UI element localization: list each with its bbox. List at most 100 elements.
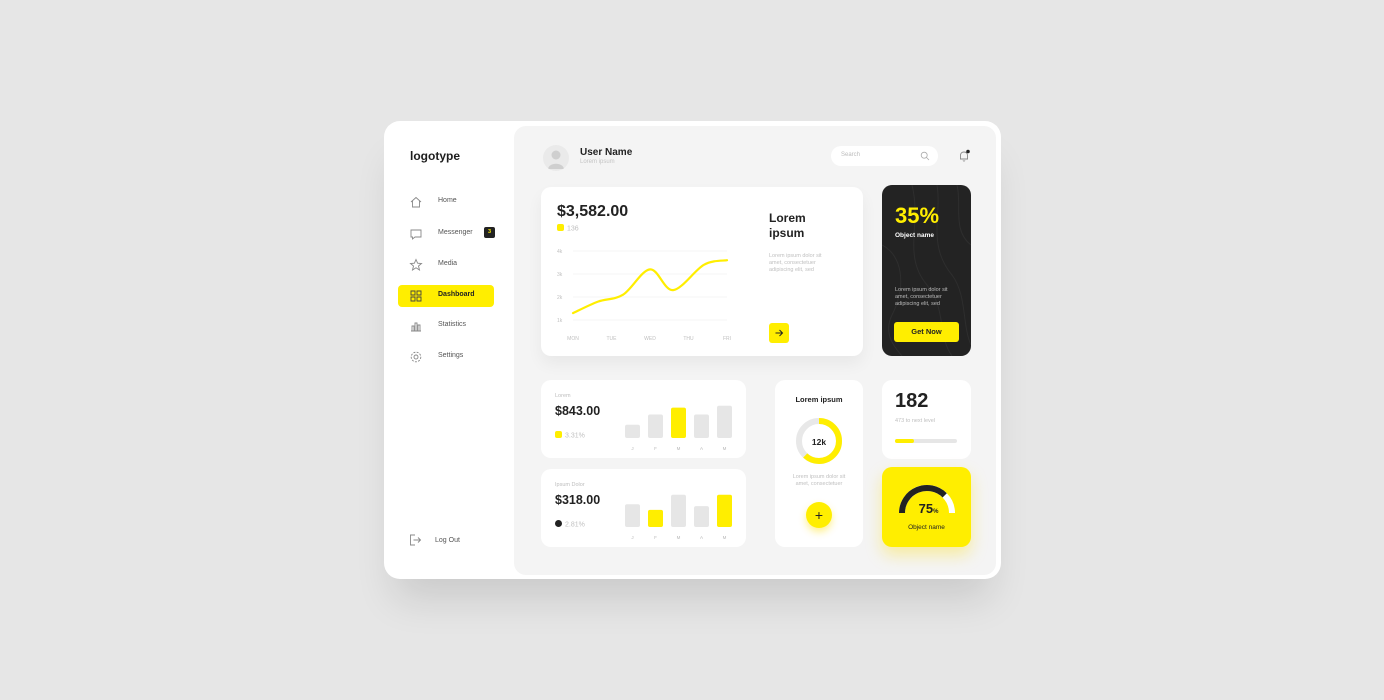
logout-label: Log Out — [435, 537, 460, 544]
promo-description: Lorem ipsum dolor sit amet, consectetuer… — [895, 287, 948, 307]
sidebar-item-label: Media — [438, 260, 458, 267]
avatar[interactable] — [543, 145, 569, 171]
level-progress-fill — [895, 439, 914, 443]
revenue-change: 136 — [557, 224, 579, 233]
bar-card-change-value: 3.31% — [565, 432, 585, 440]
level-card: 182 473 to next level — [882, 380, 971, 459]
promo-percent: 35% — [895, 203, 940, 228]
gauge-value-number: 75 — [918, 501, 934, 516]
bar-card-ipsum-dolor: Ipsum Dolor $318.00 2.81% J F M A M — [541, 469, 746, 547]
promo-object-name: Object name — [895, 232, 935, 239]
next-button[interactable] — [769, 323, 789, 343]
bar-card-lorem: Lorem $843.00 3.31% J F M A M — [541, 380, 746, 458]
gauge-value: 75% — [882, 501, 971, 516]
bar-card-amount: $318.00 — [555, 493, 601, 507]
y-tick-label: 4k — [557, 249, 563, 255]
donut-title: Lorem ipsum — [795, 395, 843, 404]
bar-category-label: J — [631, 535, 633, 540]
bar-category-label: F — [654, 446, 657, 451]
user-subtitle: Lorem ipsum — [580, 159, 615, 165]
donut-card: Lorem ipsum 12k Lorem ipsum dolor sit am… — [775, 380, 863, 547]
trend-up-icon — [555, 431, 562, 438]
add-button[interactable]: + — [806, 502, 832, 528]
x-tick-label: TUE — [607, 336, 618, 342]
bar — [648, 509, 663, 527]
gauge-object-name: Object name — [908, 524, 945, 531]
plus-icon: + — [814, 507, 824, 523]
x-tick-label: FRI — [723, 336, 731, 342]
sidebar-item-label: Home — [438, 197, 457, 204]
search-input[interactable]: Search — [831, 146, 938, 166]
bar — [717, 405, 732, 438]
sidebar-item-statistics[interactable]: Statistics — [398, 315, 494, 337]
donut-description: Lorem ipsum dolor sit amet, consectetuer — [792, 474, 846, 487]
bar — [671, 494, 686, 527]
main-card-title-line1: Lorem — [769, 211, 806, 225]
bar — [625, 504, 640, 527]
logout-button[interactable]: Log Out — [408, 533, 498, 549]
donut-value: 12k — [811, 437, 827, 447]
sidebar-item-media[interactable]: Media — [398, 254, 494, 276]
bar-category-label: A — [700, 535, 703, 540]
bar-chart: JFMAM — [625, 405, 732, 451]
user-name: User Name — [580, 147, 633, 158]
statistics-icon — [411, 322, 421, 332]
bar-category-label: M — [723, 535, 727, 540]
user-icon — [548, 150, 564, 169]
line-chart: 4k 3k 2k 1k MON TUE WED THU FRI — [557, 249, 731, 342]
bar-category-label: M — [677, 446, 681, 451]
dashboard-icon — [410, 290, 422, 302]
gear-icon — [410, 351, 422, 363]
dashboard-window: logotype Home Messenger 3 Media Dashboar… — [384, 121, 1001, 579]
x-tick-label: MON — [567, 336, 579, 342]
gauge-card: 75% Object name — [882, 467, 971, 547]
level-number: 182 — [895, 390, 929, 412]
sidebar-item-home[interactable]: Home — [398, 191, 494, 213]
bar-category-label: M — [723, 446, 727, 451]
revenue-amount: $3,582.00 — [557, 203, 629, 220]
sidebar-item-settings[interactable]: Settings — [398, 346, 494, 368]
bar-category-label: J — [631, 446, 633, 451]
message-icon — [410, 229, 422, 240]
bar — [625, 424, 640, 438]
level-progress-bar — [895, 439, 957, 443]
arrow-right-icon — [775, 329, 784, 337]
sidebar-item-dashboard[interactable]: Dashboard — [398, 285, 494, 307]
main-card-description: Lorem ipsum dolor sit amet, consectetuer… — [769, 253, 822, 273]
bell-icon[interactable] — [957, 149, 971, 163]
bar-card-amount: $843.00 — [555, 404, 601, 418]
bar-category-label: A — [700, 446, 703, 451]
sidebar-item-messenger[interactable]: Messenger 3 — [398, 223, 495, 245]
bar — [694, 506, 709, 527]
get-now-button[interactable]: Get Now — [894, 322, 959, 342]
revenue-change-value: 136 — [567, 225, 579, 233]
sidebar-item-label: Settings — [438, 352, 464, 359]
bar — [694, 414, 709, 438]
unread-badge: 3 — [484, 227, 495, 238]
bar — [671, 407, 686, 438]
promo-card: 35% Object name Lorem ipsum dolor sit am… — [882, 185, 971, 356]
y-tick-label: 2k — [557, 295, 563, 301]
x-tick-label: WED — [644, 336, 656, 342]
sidebar-item-label: Messenger — [438, 229, 473, 236]
star-icon — [409, 258, 423, 271]
sidebar-item-label: Statistics — [438, 321, 467, 328]
series-line — [571, 259, 729, 315]
main-card-title: Lorem ipsum — [769, 211, 839, 241]
sidebar: logotype Home Messenger 3 Media Dashboar… — [384, 121, 514, 579]
bar — [648, 414, 663, 438]
search-icon — [920, 151, 930, 161]
main-card-title-line2: ipsum — [769, 226, 805, 240]
logo: logotype — [410, 149, 460, 163]
x-tick-label: THU — [683, 336, 694, 342]
main-panel: User Name Lorem ipsum Search $3,582.00 1… — [514, 126, 996, 575]
bar-card-change: 3.31% — [555, 431, 585, 440]
bar-chart: JFMAM — [625, 494, 732, 540]
bar-card-change: 2.81% — [555, 520, 585, 529]
bar-card-change-value: 2.81% — [565, 521, 585, 529]
bar-card-label: Ipsum Dolor — [555, 482, 585, 488]
trend-icon — [555, 520, 562, 527]
y-tick-label: 3k — [557, 272, 563, 278]
bar-category-label: F — [654, 535, 657, 540]
bar — [717, 494, 732, 527]
